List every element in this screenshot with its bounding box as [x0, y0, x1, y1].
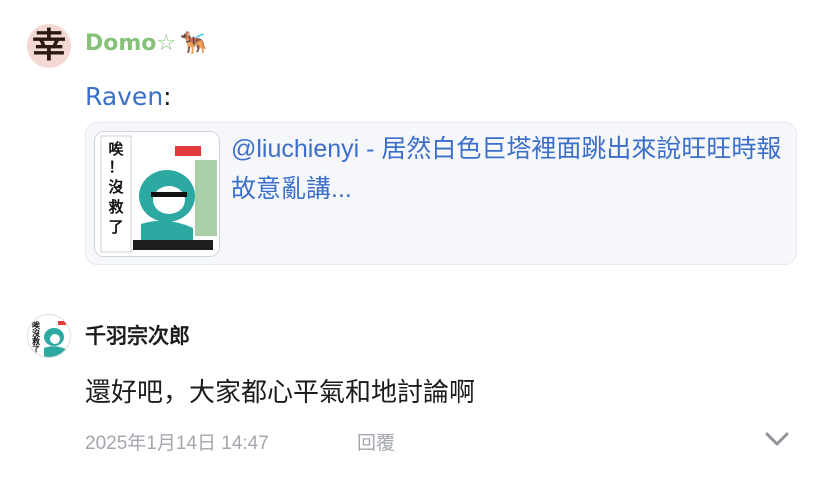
mention-link[interactable]: Raven — [85, 82, 163, 111]
avatar-glyph: 幸 — [32, 26, 66, 66]
reply-button[interactable]: 回覆 — [357, 428, 395, 455]
author-name-text: Domo☆ — [85, 31, 177, 56]
chevron-down-icon[interactable] — [764, 430, 790, 448]
thumb-text-3: 救 — [108, 198, 123, 216]
author-name[interactable]: 千羽宗次郎 — [85, 320, 190, 350]
thumb-text-4: 了 — [108, 218, 123, 236]
reply-mention: Raven: — [85, 82, 172, 111]
thumb-text-2: 沒 — [108, 178, 124, 196]
service-dog-icon: 🐕‍🦺 — [180, 31, 208, 56]
comment-text: 還好吧，大家都心平氣和地討論啊 — [85, 378, 476, 408]
comment-timestamp: 2025年1月14日 14:47 — [85, 433, 269, 454]
quoted-post-card[interactable]: 唉 ！ 沒 救 了 @liuchienyi - 居然白色巨塔裡面跳出來說旺旺時報… — [85, 122, 797, 265]
mention-colon: : — [163, 82, 172, 111]
avatar-text-3: 了 — [32, 345, 40, 354]
avatar[interactable]: 唉 沒 救 了 — [27, 314, 71, 358]
quoted-post-text: @liuchienyi - 居然白色巨塔裡面跳出來說旺旺時報故意亂講... — [231, 135, 782, 203]
thumb-text-1: ！ — [108, 158, 123, 176]
author-name[interactable]: Domo☆ 🐕‍🦺 — [85, 31, 208, 56]
quoted-post-thumbnail: 唉 ！ 沒 救 了 — [94, 131, 220, 257]
avatar[interactable]: 幸 — [27, 24, 71, 68]
thumb-text-0: 唉 — [108, 140, 124, 158]
